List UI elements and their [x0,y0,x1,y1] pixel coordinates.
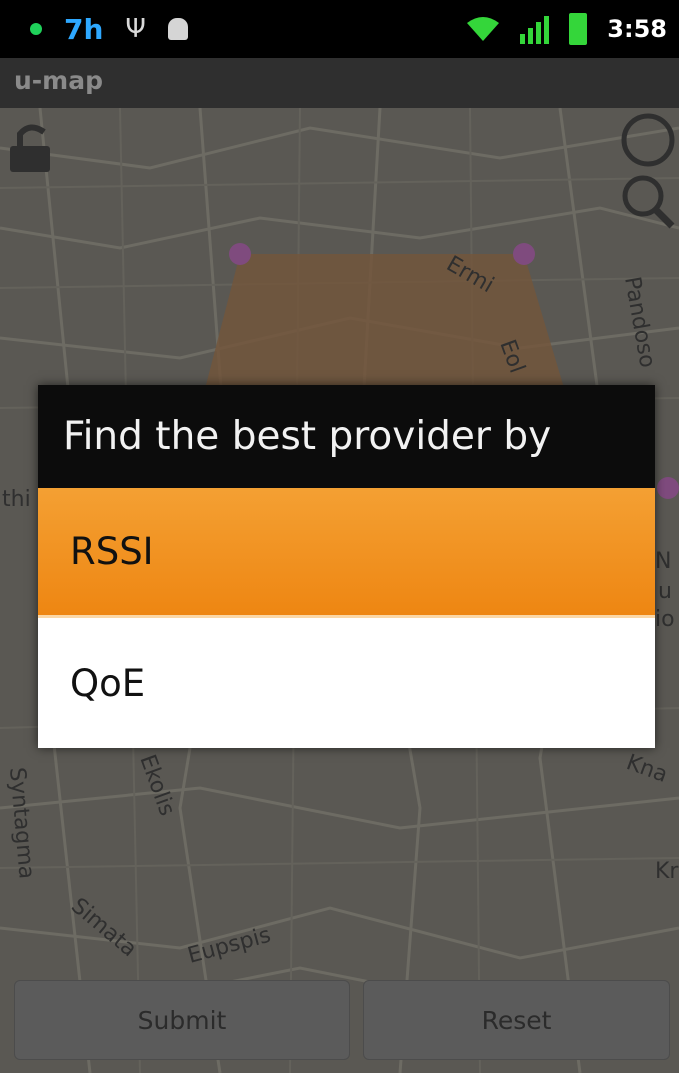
notification-dot-icon [30,23,42,35]
provider-dialog: Find the best provider by RSSI QoE [38,385,655,748]
submit-button[interactable]: Submit [14,980,350,1060]
wifi-icon [467,17,500,41]
option-rssi[interactable]: RSSI [38,488,655,618]
app-title: u-map [14,66,103,95]
reset-button[interactable]: Reset [363,980,670,1060]
signal-icon [520,14,550,44]
status-bar-right: 3:58 [466,0,667,58]
android-debug-icon [167,18,188,40]
app-title-bar: u-map [0,58,679,108]
dialog-title: Find the best provider by [38,385,655,488]
status-time: 3:58 [607,15,667,43]
battery-icon [569,13,588,45]
option-qoe[interactable]: QoE [38,618,655,748]
notification-count: 7h [64,12,104,46]
status-bar: 7h Ψ 3:58 [0,0,679,58]
status-bar-left: 7h Ψ [30,0,188,58]
usb-icon: Ψ [125,14,146,44]
